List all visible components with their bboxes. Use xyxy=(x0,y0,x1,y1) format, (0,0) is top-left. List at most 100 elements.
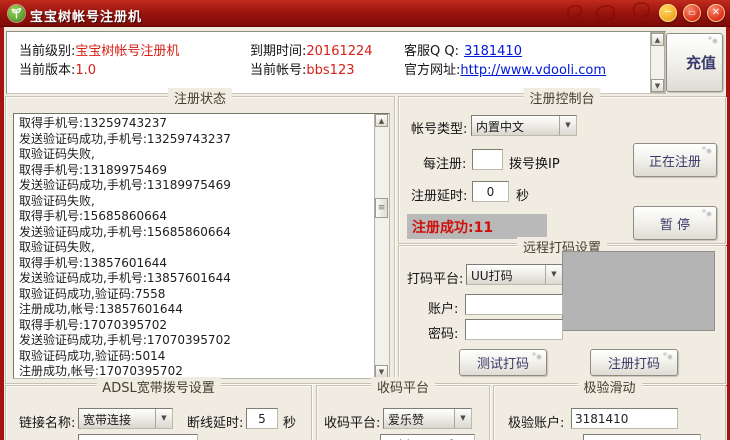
per-register-label: 每注册: xyxy=(423,157,467,172)
level-label: 当前级别: xyxy=(19,44,76,59)
log-line: 注册成功,帐号:17070395702 xyxy=(19,364,183,378)
scrollbar-thumb[interactable]: ≡ xyxy=(375,198,388,218)
info-panel-scrollbar[interactable]: ▲ ▼ xyxy=(650,32,665,93)
scroll-up-icon[interactable]: ▲ xyxy=(375,114,388,127)
captcha-platform-select[interactable]: UU打码 ▼ xyxy=(466,264,563,285)
log-line: 取验证码失败, xyxy=(19,147,95,161)
maximize-button[interactable]: ▭ xyxy=(683,4,701,22)
receive-platform-group-title: 收码平台 xyxy=(370,377,436,396)
adsl-group: ADSL宽带拨号设置 链接名称: 宽带连接 ▼ 断线延时: 秒 宽带帐号: xyxy=(5,377,312,440)
log-line: 取验证码成功,验证码:7558 xyxy=(19,286,166,301)
geetest-group-title: 极验滑动 xyxy=(577,377,642,396)
console-group-title: 注册控制台 xyxy=(523,88,601,107)
log-line: 取得手机号:13857601644 xyxy=(19,255,168,270)
register-delay-input[interactable] xyxy=(472,181,509,202)
site-label: 官方网址: xyxy=(404,63,461,78)
expire-label: 到期时间: xyxy=(250,44,307,59)
log-line: 取得手机号:17070395702 xyxy=(19,317,168,332)
receive-platform-group: 收码平台 收码平台: 爱乐赞 ▼ 收码帐号: xyxy=(316,377,490,440)
captcha-platform-value: UU打码 xyxy=(471,269,513,283)
disconnect-delay-label: 断线延时: xyxy=(187,416,244,431)
delay-unit-label: 秒 xyxy=(516,189,530,204)
console-group: 注册控制台 帐号类型: 内置中文 ▼ 每注册: 拨号换IP 注册延时: 秒 注册… xyxy=(398,88,726,244)
test-captcha-button[interactable]: 测试打码 xyxy=(459,349,547,376)
close-button[interactable]: ✕ xyxy=(707,4,725,22)
log-line: 发送验证码成功,手机号:17070395702 xyxy=(19,333,231,347)
chevron-down-icon[interactable]: ▼ xyxy=(454,409,471,428)
chevron-down-icon[interactable]: ▼ xyxy=(559,116,576,135)
status-group: 注册状态 取得手机号:13259743237 发送验证码成功,手机号:132597… xyxy=(5,88,395,384)
app-window: 宝宝树帐号注册机 ─ ▭ ✕ 当前级别:宝宝树帐号注册机 当前版本:1.0 到期… xyxy=(0,0,730,440)
captcha-user-input[interactable] xyxy=(465,294,563,315)
pause-button[interactable]: 暂 停 xyxy=(633,206,717,240)
chevron-down-icon[interactable]: ▼ xyxy=(155,409,172,428)
log-line: 发送验证码成功,手机号:13857601644 xyxy=(19,271,231,285)
log-line: 取得手机号:13189975469 xyxy=(19,162,168,177)
version-value: 1.0 xyxy=(75,63,97,78)
account-type-value: 内置中文 xyxy=(476,120,525,134)
log-line: 注册成功,帐号:13857601644 xyxy=(19,302,183,316)
register-captcha-button[interactable]: 注册打码 xyxy=(590,349,678,376)
log-lines: 取得手机号:13259743237 发送验证码成功,手机号:13259743237… xyxy=(14,116,373,378)
log-line: 取验证码成功,验证码:5014 xyxy=(19,348,166,363)
remote-captcha-group: 远程打码设置 打码平台: UU打码 ▼ 账户: 密码: 测试打码 注册打码 xyxy=(398,237,726,384)
qq-link[interactable]: 3181410 xyxy=(464,44,522,59)
per-register-input[interactable] xyxy=(472,149,503,170)
receive-account-input[interactable] xyxy=(380,434,475,440)
log-line: 取得手机号:13259743237 xyxy=(19,116,168,130)
recharge-button[interactable]: 充值 xyxy=(666,33,723,92)
registering-button[interactable]: 正在注册 xyxy=(633,143,717,177)
status-group-title: 注册状态 xyxy=(167,88,233,107)
test-captcha-button-label: 测试打码 xyxy=(476,357,529,372)
log-line: 发送验证码成功,手机号:15685860664 xyxy=(19,224,231,239)
broadband-account-input[interactable] xyxy=(78,434,198,440)
register-captcha-button-label: 注册打码 xyxy=(607,357,660,372)
minimize-button[interactable]: ─ xyxy=(659,4,677,22)
titlebar[interactable]: 宝宝树帐号注册机 ─ ▭ ✕ xyxy=(0,0,730,27)
recharge-button-label: 充值 xyxy=(686,53,717,72)
registering-button-label: 正在注册 xyxy=(648,154,701,170)
captcha-pass-label: 密码: xyxy=(428,327,459,342)
expire-value: 20161224 xyxy=(306,44,373,59)
log-line: 取得手机号:15685860664 xyxy=(19,209,168,223)
link-name-label: 链接名称: xyxy=(19,416,76,431)
log-line: 取验证码失败, xyxy=(19,193,95,208)
log-line: 发送验证码成功,手机号:13189975469 xyxy=(19,178,231,192)
captcha-pass-input[interactable] xyxy=(465,319,563,340)
pause-button-label: 暂 停 xyxy=(659,217,691,233)
app-logo-icon xyxy=(8,5,25,22)
titlebar-swirl-decoration xyxy=(566,1,651,23)
account-type-select[interactable]: 内置中文 ▼ xyxy=(471,115,577,136)
disconnect-delay-input[interactable] xyxy=(246,408,278,429)
log-line: 取验证码失败, xyxy=(19,240,95,254)
log-line: 发送验证码成功,手机号:13259743237 xyxy=(19,131,231,146)
log-listbox[interactable]: 取得手机号:13259743237 发送验证码成功,手机号:13259743237… xyxy=(13,113,390,379)
link-name-select[interactable]: 宽带连接 ▼ xyxy=(78,408,173,429)
register-delay-label: 注册延时: xyxy=(411,189,468,204)
link-name-value: 宽带连接 xyxy=(83,413,132,427)
redial-label: 拨号换IP xyxy=(509,157,560,172)
current-account-value: bbs123 xyxy=(306,63,355,78)
disconnect-unit-label: 秒 xyxy=(283,416,297,431)
captcha-platform-label: 打码平台: xyxy=(407,272,464,287)
scroll-down-icon[interactable]: ▼ xyxy=(651,79,664,92)
level-value: 宝宝树帐号注册机 xyxy=(75,44,180,59)
receive-platform-select[interactable]: 爱乐赞 ▼ xyxy=(383,408,472,429)
receive-platform-label: 收码平台: xyxy=(324,416,381,431)
geetest-password-input[interactable] xyxy=(583,434,701,440)
window-title: 宝宝树帐号注册机 xyxy=(30,10,143,25)
scroll-up-icon[interactable]: ▲ xyxy=(651,33,664,46)
captcha-preview-box xyxy=(562,251,715,331)
license-info-panel: 当前级别:宝宝树帐号注册机 当前版本:1.0 到期时间:20161224 当前帐… xyxy=(6,31,666,94)
chevron-down-icon[interactable]: ▼ xyxy=(545,265,562,284)
success-counter: 注册成功:11 xyxy=(407,214,547,239)
geetest-account-label: 极验账户: xyxy=(508,416,565,431)
log-scrollbar[interactable]: ▲ ≡ ▼ xyxy=(374,114,389,378)
site-link[interactable]: http://www.vdooli.com xyxy=(460,63,606,78)
receive-platform-value: 爱乐赞 xyxy=(388,413,425,427)
geetest-group: 极验滑动 极验账户: 极验密码: xyxy=(493,377,726,440)
geetest-account-input[interactable] xyxy=(571,408,678,429)
version-label: 当前版本: xyxy=(19,63,76,78)
account-type-label: 帐号类型: xyxy=(411,122,468,137)
current-account-label: 当前帐号: xyxy=(250,63,307,78)
